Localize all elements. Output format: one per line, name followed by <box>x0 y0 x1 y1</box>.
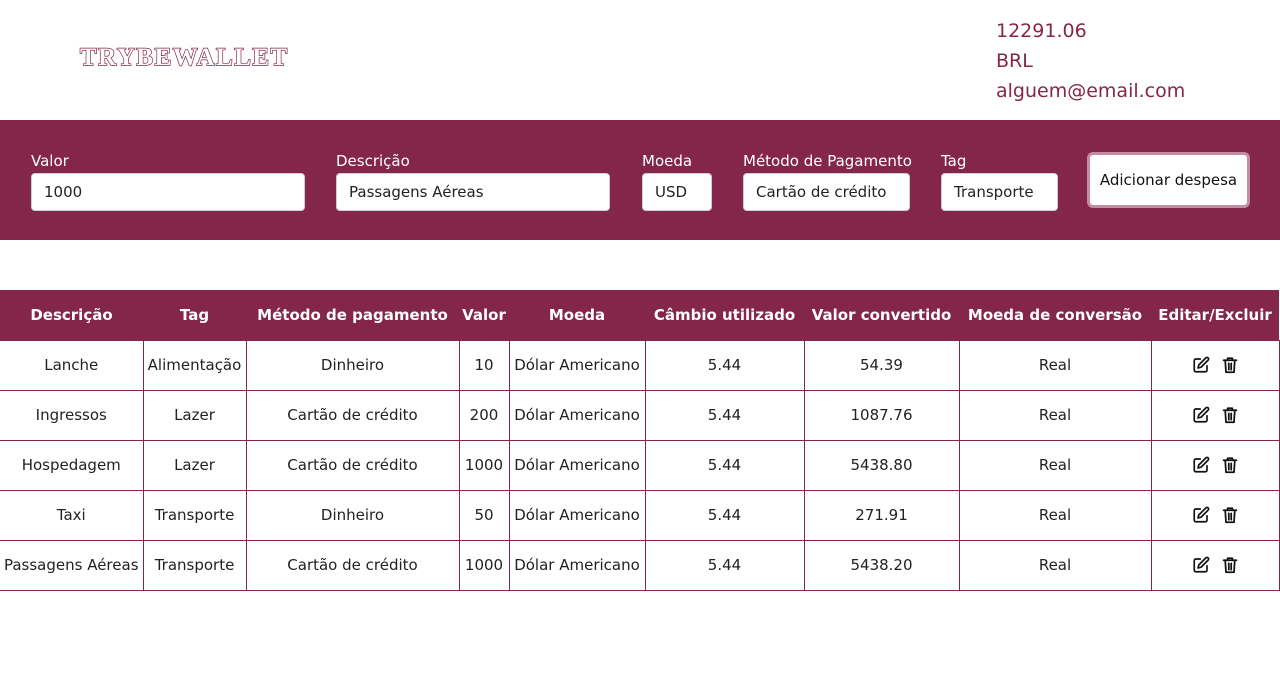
cell-tag: Lazer <box>142 439 247 491</box>
cell-cambio: 5.44 <box>644 539 805 591</box>
trash-icon[interactable] <box>1222 556 1238 574</box>
cell-tag: Lazer <box>142 389 247 441</box>
descricao-field: Descrição <box>336 151 610 211</box>
cell-acoes <box>1150 339 1280 391</box>
tag-field: Tag <box>941 151 1058 211</box>
cell-moeda-conversao: Real <box>958 539 1152 591</box>
cell-cambio: 5.44 <box>644 439 805 491</box>
cell-cambio: 5.44 <box>644 489 805 541</box>
edit-icon[interactable] <box>1192 406 1210 424</box>
expenses-table: Descrição Tag Método de pagamento Valor Moed… <box>0 290 1280 591</box>
moeda-label: Moeda <box>642 152 693 170</box>
trash-icon[interactable] <box>1222 406 1238 424</box>
cell-valor-convertido: 54.39 <box>803 339 960 391</box>
cell-valor-convertido: 271.91 <box>803 489 960 541</box>
moeda-field: Moeda <box>642 151 712 211</box>
cell-cambio: 5.44 <box>644 339 805 391</box>
table-row: Passagens Aéreas Transporte Cartão de créd… <box>0 539 1280 591</box>
cell-valor-convertido: 1087.76 <box>803 389 960 441</box>
cell-descricao: Passagens Aéreas <box>0 539 144 591</box>
header-col-acoes: Editar/Excluir <box>1158 305 1272 324</box>
cell-moeda: Dólar Americano <box>508 389 646 441</box>
cell-acoes <box>1150 489 1280 541</box>
cell-valor-convertido: 5438.20 <box>803 539 960 591</box>
cell-valor: 50 <box>458 489 510 541</box>
valor-input[interactable] <box>31 173 305 211</box>
table-row: Taxi Transporte Dinheiro 50 Dólar Americano 5… <box>0 489 1280 541</box>
trash-icon[interactable] <box>1222 456 1238 474</box>
header-col-valor: Valor <box>462 305 506 324</box>
cell-tag: Transporte <box>142 489 247 541</box>
header-currency: BRL <box>996 50 1033 72</box>
cell-metodo: Cartão de crédito <box>245 389 460 441</box>
cell-metodo: Cartão de crédito <box>245 439 460 491</box>
table-row: Hospedagem Lazer Cartão de crédito 1000 Dóla… <box>0 439 1280 491</box>
cell-moeda: Dólar Americano <box>508 439 646 491</box>
header-col-moeda: Moeda <box>548 305 606 324</box>
cell-tag: Transporte <box>142 539 247 591</box>
descricao-input[interactable] <box>336 173 610 211</box>
header-col-descricao: Descrição <box>30 305 113 324</box>
cell-acoes <box>1150 539 1280 591</box>
valor-field: Valor <box>31 151 305 211</box>
cell-moeda-conversao: Real <box>958 339 1152 391</box>
user-email: alguem@email.com <box>996 80 1186 102</box>
cell-descricao: Lanche <box>0 339 144 391</box>
cell-valor: 1000 <box>458 539 510 591</box>
cell-acoes <box>1150 439 1280 491</box>
metodo-field: Método de Pagamento <box>743 151 912 211</box>
cell-moeda: Dólar Americano <box>508 339 646 391</box>
table-body: Lanche Alimentação Dinheiro 10 Dólar America… <box>0 339 1280 591</box>
header-col-moeda-conversao: Moeda de conversão <box>967 305 1143 324</box>
descricao-label: Descrição <box>336 152 410 170</box>
moeda-select[interactable] <box>642 173 712 211</box>
add-expense-button[interactable]: Adicionar despesa <box>1087 152 1250 208</box>
cell-cambio: 5.44 <box>644 389 805 441</box>
cell-valor: 200 <box>458 389 510 441</box>
cell-acoes <box>1150 389 1280 441</box>
header-col-metodo: Método de pagamento <box>257 305 448 324</box>
edit-icon[interactable] <box>1192 356 1210 374</box>
edit-icon[interactable] <box>1192 506 1210 524</box>
cell-valor-convertido: 5438.80 <box>803 439 960 491</box>
cell-moeda: Dólar Americano <box>508 489 646 541</box>
app-header: TRYBEWALLET 12291.06 BRL alguem@email.co… <box>0 0 1280 120</box>
cell-descricao: Ingressos <box>0 389 144 441</box>
tag-label: Tag <box>941 152 967 170</box>
tag-select[interactable] <box>941 173 1058 211</box>
table-row: Lanche Alimentação Dinheiro 10 Dólar America… <box>0 339 1280 391</box>
header-col-cambio: Câmbio utilizado <box>653 305 796 324</box>
metodo-select[interactable] <box>743 173 910 211</box>
cell-descricao: Hospedagem <box>0 439 144 491</box>
table-header: Descrição Tag Método de pagamento Valor Moed… <box>0 290 1279 340</box>
cell-moeda-conversao: Real <box>958 439 1152 491</box>
total-expenses: 12291.06 <box>996 20 1087 42</box>
user-info: 12291.06 BRL alguem@email.com <box>996 16 1185 106</box>
cell-metodo: Dinheiro <box>245 339 460 391</box>
cell-metodo: Cartão de crédito <box>245 539 460 591</box>
edit-icon[interactable] <box>1192 556 1210 574</box>
header-col-tag: Tag <box>179 305 210 324</box>
cell-valor: 10 <box>458 339 510 391</box>
cell-moeda: Dólar Americano <box>508 539 646 591</box>
edit-icon[interactable] <box>1192 456 1210 474</box>
cell-moeda-conversao: Real <box>958 389 1152 441</box>
trash-icon[interactable] <box>1222 506 1238 524</box>
cell-metodo: Dinheiro <box>245 489 460 541</box>
expense-form: Valor Descrição Moeda Método de Pagament… <box>0 120 1280 240</box>
cell-valor: 1000 <box>458 439 510 491</box>
header-col-valor-convertido: Valor convertido <box>811 305 952 324</box>
cell-moeda-conversao: Real <box>958 489 1152 541</box>
metodo-label: Método de Pagamento <box>743 152 912 170</box>
trash-icon[interactable] <box>1222 356 1238 374</box>
cell-tag: Alimentação <box>142 339 247 391</box>
cell-descricao: Taxi <box>0 489 144 541</box>
table-row: Ingressos Lazer Cartão de crédito 200 Dólar … <box>0 389 1280 441</box>
app-logo: TRYBEWALLET <box>79 43 289 71</box>
valor-label: Valor <box>31 152 69 170</box>
